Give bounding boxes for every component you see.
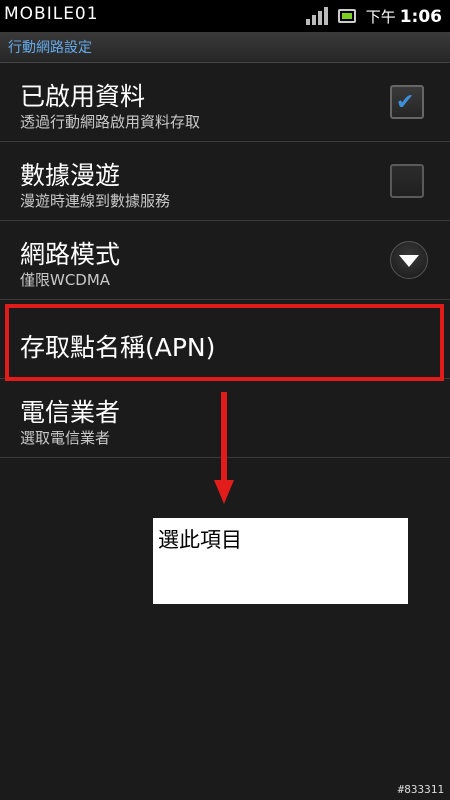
annotation-arrow [221,392,227,484]
setting-title: 已啟用資料 [20,82,146,111]
data-roaming-checkbox[interactable] [390,164,424,198]
clock: 下午 1:06 [366,6,442,27]
page-title: 行動網路設定 [8,40,92,56]
dropdown-arrow-icon[interactable] [390,241,428,279]
setting-title: 數據漫遊 [20,161,121,190]
status-bar: MOBILE01 下午 1:06 [0,0,450,32]
arrow-down-icon [214,480,234,504]
setting-data-roaming[interactable]: 數據漫遊 漫遊時連線到數據服務 [0,142,450,221]
clock-time: 1:06 [399,6,442,27]
clock-ampm: 下午 [365,7,396,26]
setting-summary: 選取電信業者 [20,429,111,447]
setting-summary: 僅限WCDMA [20,271,111,289]
title-bar: 行動網路設定 [0,32,450,63]
setting-data-enabled[interactable]: 已啟用資料 透過行動網路啟用資料存取 ✔ [0,63,450,142]
setting-apn[interactable]: 存取點名稱(APN) [0,300,450,379]
setting-summary: 漫遊時連線到數據服務 [20,192,171,210]
setting-title: 存取點名稱(APN) [20,333,216,362]
annotation-note-text: 選此項目 [158,528,242,552]
setting-summary: 透過行動網路啟用資料存取 [20,113,201,131]
annotation-note: 選此項目 [153,518,408,604]
setting-title: 電信業者 [20,398,121,427]
watermark: #833311 [397,783,444,796]
setting-title: 網路模式 [20,240,121,269]
mobile01-logo: MOBILE01 [4,4,99,24]
status-icons: 下午 1:06 [305,4,442,28]
battery-icon [337,9,356,23]
signal-strength-icon [305,7,328,25]
setting-network-mode[interactable]: 網路模式 僅限WCDMA [0,221,450,300]
checkmark-icon: ✔ [396,90,415,115]
data-enabled-checkbox[interactable]: ✔ [390,85,424,119]
